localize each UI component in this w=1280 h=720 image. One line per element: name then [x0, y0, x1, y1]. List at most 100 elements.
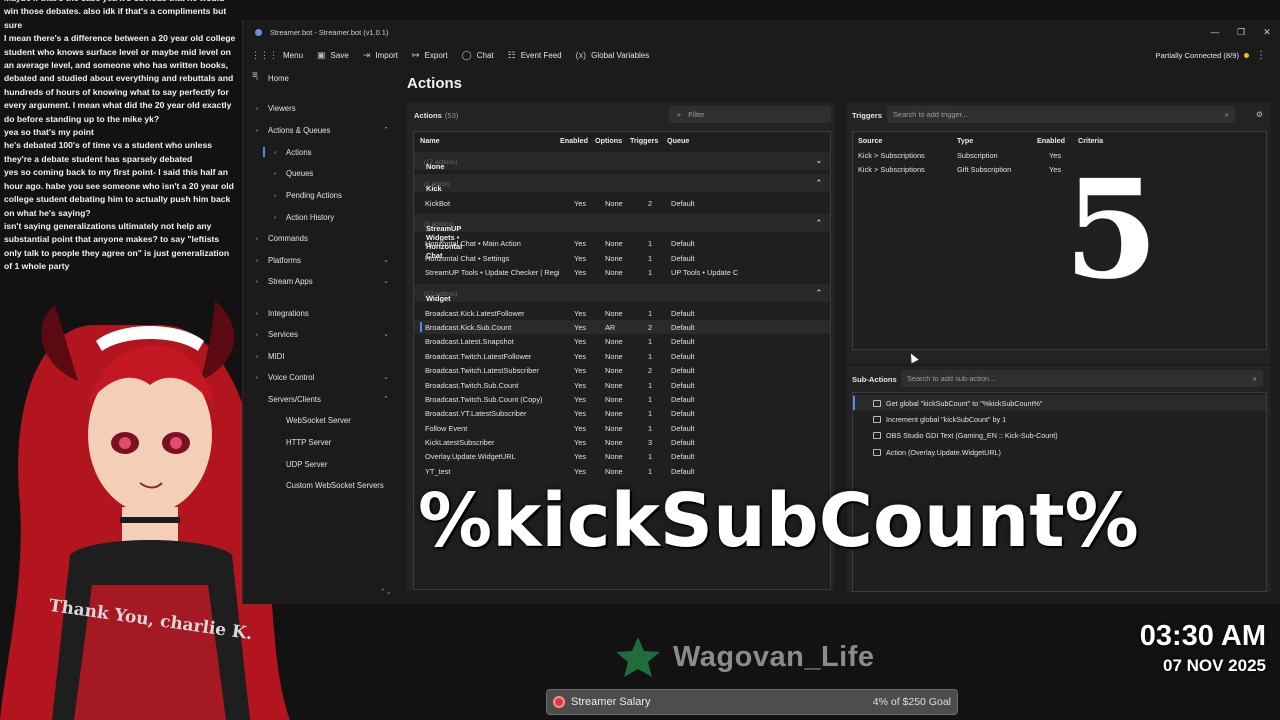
action-row[interactable]: Broadcast.Kick.Sub.Count Yes AR 2 Default — [414, 319, 830, 335]
chevron-down-icon[interactable]: ⌄ — [383, 373, 389, 381]
sidebar-item-integrations[interactable]: ◦ Integrations — [243, 304, 401, 322]
sidebar-item-custom-websocket-servers[interactable]: Custom WebSocket Servers — [243, 476, 401, 494]
trigger-row[interactable]: Kick > Subscriptions Subscription Yes — [853, 148, 1266, 162]
sidebar-item-websocket-server[interactable]: WebSocket Server — [243, 411, 401, 429]
filter-input[interactable]: ⌕ Filter — [669, 106, 831, 123]
sidebar-item-home[interactable]: ◦ Home — [243, 69, 401, 87]
action-row[interactable]: KickBot Yes None 2 Default — [414, 196, 830, 210]
sidebar-item-platforms[interactable]: ◦ Platforms ⌄ — [243, 251, 401, 269]
action-group-header[interactable]: Widget (12 actions) ⌃ — [414, 283, 830, 303]
action-row[interactable]: Broadcast.Latest.Snapshot Yes None 1 Default — [414, 334, 830, 348]
global-variables-button[interactable]: (x) Global Variables — [576, 50, 650, 60]
sidebar-item-action-history[interactable]: ◦ Action History — [243, 208, 401, 226]
action-enabled: Yes — [574, 268, 587, 278]
action-options: None — [605, 351, 623, 361]
chat-button[interactable]: ◯ Chat — [462, 50, 494, 61]
maximize-button[interactable]: ❐ — [1228, 27, 1254, 38]
col-type[interactable]: Type — [957, 136, 973, 145]
col-criteria[interactable]: Criteria — [1078, 136, 1103, 145]
chevron-up-icon[interactable]: ⌃ — [383, 126, 389, 134]
subaction-item[interactable]: OBS Studio GDI Text (Gaming_EN :: Kick-S… — [853, 428, 1266, 444]
save-icon: ▣ — [317, 49, 326, 60]
sidebar-item-label: Action History — [286, 212, 335, 222]
chevron-up-icon[interactable]: ⌃ — [816, 218, 822, 227]
action-row[interactable]: Overlay.Update.WidgetURL Yes None 1 Default — [414, 449, 830, 463]
chevron-down-icon[interactable]: ⌄ — [816, 156, 822, 165]
sidebar-item-label: UDP Server — [286, 459, 328, 469]
action-group-header[interactable]: StreamUP Widgets • Horizontal Chat (3 act… — [414, 214, 830, 260]
collapse-icon[interactable]: ⌃⌄ — [380, 588, 392, 596]
action-row[interactable]: Horizontal Chat • Main Action Yes None 1 Def… — [414, 236, 830, 250]
stream-apps-icon: ◦ — [255, 276, 259, 286]
chevron-up-icon[interactable]: ⌃ — [816, 178, 822, 187]
sidebar-item-commands[interactable]: ◦ Commands — [243, 229, 401, 247]
col-triggers[interactable]: Triggers — [630, 136, 658, 145]
variable-overlay-text: %kickSubCount% — [418, 478, 1139, 564]
active-indicator — [263, 147, 265, 157]
action-name: Broadcast.Twitch.LatestFollower — [425, 351, 532, 361]
gear-icon[interactable]: ⚙ — [1256, 110, 1263, 119]
chevron-down-icon[interactable]: ⌄ — [383, 330, 389, 338]
col-options[interactable]: Options — [595, 136, 622, 145]
trigger-search-input[interactable]: Search to add trigger... ⌕ — [887, 106, 1235, 123]
col-queue[interactable]: Queue — [667, 136, 689, 145]
action-enabled: Yes — [574, 322, 587, 332]
subaction-item[interactable]: Action (Overlay.Update.WidgetURL) — [853, 444, 1266, 460]
chevron-up-icon[interactable]: ⌃ — [383, 395, 389, 403]
action-row[interactable]: Broadcast.Twitch.LatestSubscriber Yes None… — [414, 363, 830, 377]
group-title: StreamUP Widgets • Horizontal Chat (3 act… — [420, 219, 462, 260]
export-button[interactable]: ↦ Export — [412, 50, 448, 61]
action-enabled: Yes — [574, 409, 587, 419]
save-button[interactable]: ▣ Save — [317, 50, 349, 61]
import-button[interactable]: ⇥ Import — [363, 50, 398, 61]
action-row[interactable]: Broadcast.Twitch.Sub.Count (Copy) Yes None… — [414, 392, 830, 406]
sidebar-item-queues[interactable]: ◦ Queues — [243, 164, 401, 182]
sidebar-item-http-server[interactable]: HTTP Server — [243, 433, 401, 451]
action-row[interactable]: Broadcast.Twitch.LatestFollower Yes None 1 D… — [414, 349, 830, 363]
col-enabled[interactable]: Enabled — [560, 136, 588, 145]
chevron-up-icon[interactable]: ⌃ — [816, 288, 822, 297]
action-name: KickLatestSubscriber — [425, 438, 495, 448]
subaction-item[interactable]: Increment global "kickSubCount" by 1 — [853, 411, 1266, 427]
sidebar-item-midi[interactable]: ◦ MIDI — [243, 347, 401, 365]
action-group-header[interactable]: Kick (1 action) ⌃ — [414, 174, 830, 193]
subaction-search-input[interactable]: Search to add sub-action... ⌕ — [901, 370, 1263, 387]
event-feed-button[interactable]: ☷ Event Feed — [508, 50, 562, 61]
action-name: Broadcast.Twitch.LatestSubscriber — [425, 366, 539, 376]
trigger-row[interactable]: Kick > Subscriptions Gift Subscription Yes — [853, 162, 1266, 176]
chevron-down-icon[interactable]: ⌄ — [383, 277, 389, 285]
col-enabled[interactable]: Enabled — [1037, 136, 1065, 145]
action-queue: Default — [671, 466, 695, 476]
action-row[interactable]: StreamUP Tools • Update Checker | Regi Ye… — [414, 265, 830, 279]
sidebar-item-services[interactable]: ◦ Services ⌄ — [243, 325, 401, 343]
minimize-button[interactable]: — — [1202, 27, 1228, 38]
queue-icon: ◦ — [273, 168, 277, 178]
action-row[interactable]: Broadcast.Twitch.Sub.Count Yes None 1 Defaul… — [414, 378, 830, 392]
action-group-header[interactable]: None (17 actions) ⌄ — [414, 152, 830, 171]
action-options: None — [605, 308, 623, 318]
menu-button[interactable]: ⋮⋮⋮ Menu — [251, 50, 303, 61]
sidebar-item-udp-server[interactable]: UDP Server — [243, 455, 401, 473]
more-icon[interactable]: ⋮ — [1256, 50, 1266, 61]
action-row[interactable]: Broadcast.YT.LatestSubscriber Yes None 1 Def… — [414, 406, 830, 420]
connection-status[interactable]: Partially Connected (8/9) ⋮ — [1155, 50, 1266, 61]
col-source[interactable]: Source — [858, 136, 882, 145]
action-row[interactable]: KickLatestSubscriber Yes None 3 Default — [414, 435, 830, 449]
action-row[interactable]: Follow Event Yes None 1 Default — [414, 421, 830, 435]
sidebar-item-servers-clients[interactable]: Servers/Clients ⌃ — [243, 390, 401, 408]
action-row[interactable]: Horizontal Chat • Settings Yes None 1 Defaul… — [414, 251, 830, 265]
action-name: Overlay.Update.WidgetURL — [425, 452, 516, 462]
subaction-item[interactable]: Get global "kickSubCount" to "%kickSubCo… — [853, 395, 1266, 412]
action-row[interactable]: Broadcast.Kick.LatestFollower Yes None 1 Def… — [414, 306, 830, 320]
close-button[interactable]: ✕ — [1254, 27, 1280, 38]
chevron-down-icon[interactable]: ⌄ — [383, 256, 389, 264]
sidebar-item-voice-control[interactable]: ◦ Voice Control ⌄ — [243, 368, 401, 386]
action-options: None — [605, 466, 623, 476]
sidebar-item-label: HTTP Server — [286, 437, 332, 447]
sidebar-item-pending-actions[interactable]: ◦ Pending Actions — [243, 186, 401, 204]
col-name[interactable]: Name — [420, 136, 440, 145]
sidebar-item-stream-apps[interactable]: ◦ Stream Apps ⌄ — [243, 272, 401, 290]
sidebar-item-actions[interactable]: ◦ Actions — [243, 143, 401, 161]
sidebar-item-viewers[interactable]: ◦ Viewers — [243, 99, 401, 117]
sidebar-item-actions-queues[interactable]: ◦ Actions & Queues ⌃ — [243, 121, 401, 139]
